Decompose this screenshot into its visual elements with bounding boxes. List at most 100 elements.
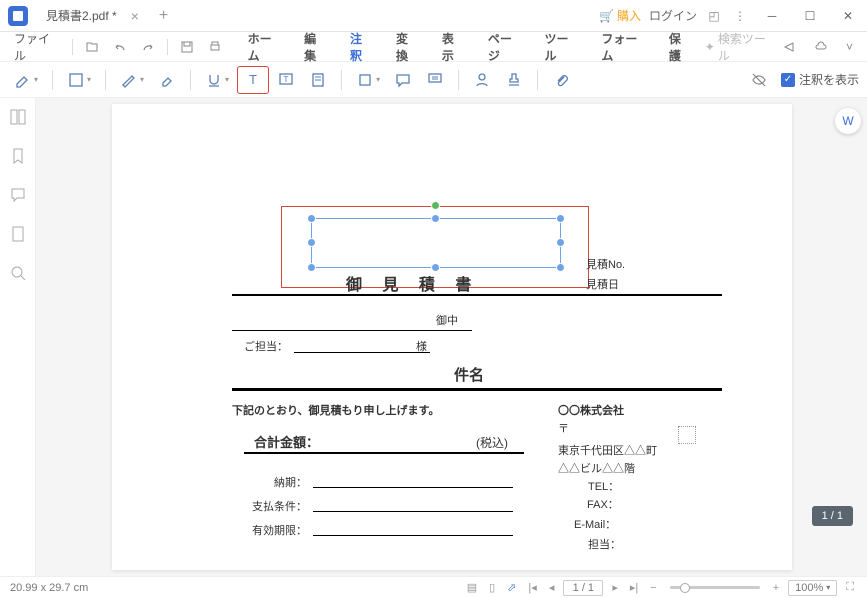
resize-handle[interactable] <box>556 214 565 223</box>
eraser-tool[interactable] <box>152 67 182 93</box>
prev-page-icon[interactable]: ◂ <box>546 581 558 594</box>
zoom-out-icon[interactable]: − <box>647 582 659 594</box>
left-sidebar <box>0 98 36 576</box>
collapse-icon[interactable]: ˅ <box>840 40 859 54</box>
word-export-icon[interactable]: W <box>835 108 861 134</box>
resize-handle[interactable] <box>431 214 440 223</box>
cloud-icon[interactable] <box>808 40 834 54</box>
subject-label: 件名 <box>454 364 484 385</box>
checkbox-icon: ✓ <box>781 73 795 87</box>
shape-tool[interactable]: ▾ <box>350 67 386 93</box>
slider-thumb[interactable] <box>680 583 690 593</box>
estimate-date-label: 見積日 <box>586 276 619 292</box>
area-highlight-tool[interactable]: ▾ <box>61 67 97 93</box>
comment-tool[interactable] <box>388 67 418 93</box>
ribbon-tabs: ホーム 編集 注釈 変換 表示 ページ ツール フォーム 保護 <box>236 32 703 62</box>
zoom-slider[interactable] <box>670 586 760 589</box>
signature-tool[interactable] <box>467 67 497 93</box>
note-tool[interactable] <box>303 67 333 93</box>
stamp-tool[interactable] <box>420 67 450 93</box>
continuous-view-icon[interactable]: ▤ <box>464 581 480 594</box>
divider <box>244 452 524 454</box>
cursor-mode-icon[interactable]: ⬀ <box>504 581 519 594</box>
statusbar: 20.99 x 29.7 cm ▤ ▯ ⬀ |◂ ◂ 1 / 1 ▸ ▸| − … <box>0 576 867 598</box>
email-label: E-Mail： <box>574 516 616 532</box>
address-line1: 東京千代田区△△町 <box>558 442 657 458</box>
page-dimensions: 20.99 x 29.7 cm <box>10 582 88 594</box>
tab-edit[interactable]: 編集 <box>292 32 338 62</box>
kebab-menu-icon[interactable]: ⋮ <box>731 9 749 23</box>
highlight-tool[interactable]: ▾ <box>8 67 44 93</box>
search-tool[interactable]: ✦検索ツール <box>705 30 770 64</box>
divider <box>232 330 472 331</box>
total-label: 合計金額： <box>254 432 319 451</box>
close-tab-icon[interactable]: × <box>131 8 139 24</box>
first-page-icon[interactable]: |◂ <box>525 581 539 594</box>
attachment-tool[interactable] <box>546 67 576 93</box>
delivery-field: 納期： <box>274 474 513 490</box>
tel-label: TEL： <box>588 478 619 494</box>
document-tab[interactable]: 見積書2.pdf * × <box>36 2 149 30</box>
search-panel-icon[interactable] <box>9 264 27 285</box>
stamp2-tool[interactable] <box>499 67 529 93</box>
show-annotations-toggle[interactable]: ✓ 注釈を表示 <box>781 71 859 88</box>
thumbnails-icon[interactable] <box>9 108 27 129</box>
undo-icon[interactable] <box>107 40 133 54</box>
stamp-placeholder <box>678 426 696 444</box>
resize-handle[interactable] <box>307 238 316 247</box>
resize-handle[interactable] <box>556 238 565 247</box>
address-line2: △△ビル△△階 <box>558 460 635 476</box>
fullscreen-icon[interactable]: ⛶ <box>843 581 857 594</box>
page-input[interactable]: 1 / 1 <box>563 580 603 596</box>
notification-icon[interactable]: ◰ <box>705 9 723 23</box>
maximize-button[interactable]: ☐ <box>795 4 825 28</box>
close-window-button[interactable]: ✕ <box>833 4 863 28</box>
menubar: ファイル ホーム 編集 注釈 変換 表示 ページ ツール フォーム 保護 ✦検索… <box>0 32 867 62</box>
last-page-icon[interactable]: ▸| <box>627 581 641 594</box>
text-box-tool[interactable]: T <box>237 66 269 94</box>
tab-convert[interactable]: 変換 <box>384 32 430 62</box>
text-annotation-box[interactable] <box>311 218 561 268</box>
tab-title: 見積書2.pdf * <box>46 7 117 24</box>
tab-form[interactable]: フォーム <box>589 32 657 62</box>
pencil-tool[interactable]: ▾ <box>114 67 150 93</box>
tab-protect[interactable]: 保護 <box>657 32 703 62</box>
tab-home[interactable]: ホーム <box>236 32 293 62</box>
open-icon[interactable] <box>79 40 105 54</box>
wand-icon: ✦ <box>705 40 715 54</box>
buy-link[interactable]: 🛒購入 <box>599 7 641 24</box>
divider <box>232 388 722 391</box>
share-icon[interactable] <box>776 40 802 54</box>
tab-annotate[interactable]: 注釈 <box>338 32 384 62</box>
comment-panel-icon[interactable] <box>9 186 27 207</box>
redo-icon[interactable] <box>135 40 161 54</box>
tab-view[interactable]: 表示 <box>430 32 476 62</box>
resize-handle[interactable] <box>307 263 316 272</box>
single-view-icon[interactable]: ▯ <box>486 581 498 594</box>
rotate-handle[interactable] <box>431 201 440 210</box>
zoom-in-icon[interactable]: + <box>770 582 782 594</box>
attachment-panel-icon[interactable] <box>9 225 27 246</box>
minimize-button[interactable]: ─ <box>757 4 787 28</box>
new-tab-button[interactable]: + <box>159 7 168 25</box>
bookmark-icon[interactable] <box>9 147 27 168</box>
login-link[interactable]: ログイン <box>649 7 697 24</box>
print-icon[interactable] <box>202 40 228 54</box>
resize-handle[interactable] <box>307 214 316 223</box>
file-menu[interactable]: ファイル <box>8 30 66 64</box>
notice-text: 下記のとおり、御見積もり申し上げます。 <box>232 402 439 418</box>
onchu-label: 御中 <box>436 312 458 328</box>
tab-tool[interactable]: ツール <box>532 32 589 62</box>
titlebar: 見積書2.pdf * × + 🛒購入 ログイン ◰ ⋮ ─ ☐ ✕ <box>0 0 867 32</box>
next-page-icon[interactable]: ▸ <box>609 581 621 594</box>
tab-page[interactable]: ページ <box>476 32 533 62</box>
zoom-dropdown[interactable]: 100%▾ <box>788 580 837 596</box>
canvas[interactable]: 御 見 積 書 見積No. 見積日 御中 ご担当： 様 件名 下記のとおり、御見… <box>36 98 867 576</box>
resize-handle[interactable] <box>556 263 565 272</box>
save-icon[interactable] <box>174 40 200 54</box>
hide-icon[interactable] <box>745 72 773 88</box>
payment-field: 支払条件： <box>252 498 513 514</box>
underline-tool[interactable]: ▾ <box>199 67 235 93</box>
app-logo-icon <box>8 6 28 26</box>
text-callout-tool[interactable]: T <box>271 67 301 93</box>
